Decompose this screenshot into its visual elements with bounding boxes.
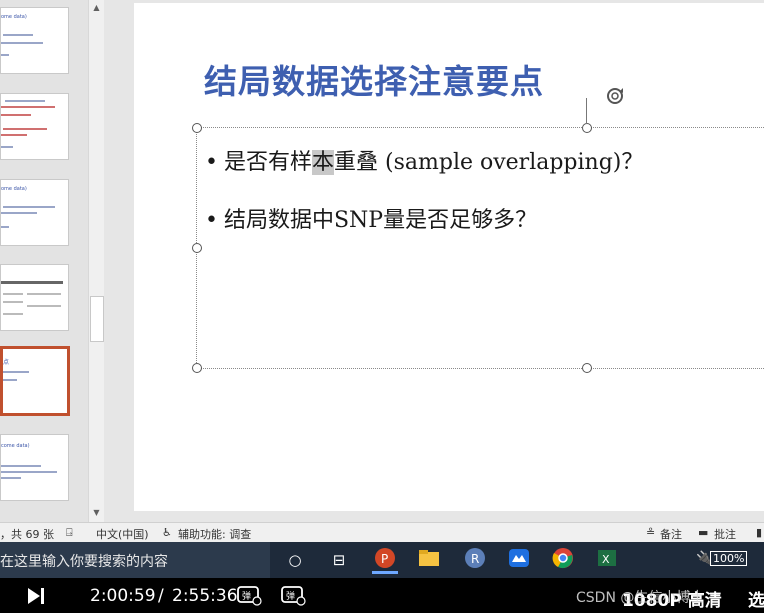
language-indicator[interactable]: 中文(中国) <box>96 526 149 542</box>
scroll-up-icon[interactable]: ▲ <box>89 0 104 15</box>
slide-thumbnail-active[interactable]: 点 <box>0 346 70 416</box>
resize-handle[interactable] <box>192 243 202 253</box>
slide-thumbnail[interactable] <box>0 264 69 331</box>
danmaku-settings-icon[interactable]: 弹 <box>280 584 306 606</box>
bullet-text: 重叠 (sample overlapping)？ <box>334 150 644 175</box>
selected-text: 本 <box>312 150 335 175</box>
thumbnail-scrollbar[interactable]: ▲ ▼ <box>88 0 104 522</box>
svg-text:弹: 弹 <box>242 590 251 602</box>
content-text-box[interactable]: • 是否有样本重叠 (sample overlapping)？ • 结局数据中SNP… <box>192 98 764 373</box>
rotate-handle-icon[interactable] <box>604 85 626 107</box>
slide-title[interactable]: 结局数据选择注意要点 <box>204 55 544 103</box>
chrome-icon[interactable] <box>550 547 576 573</box>
slide-thumbnail[interactable] <box>0 93 69 160</box>
svg-text:X: X <box>602 553 610 566</box>
bullet-text: 结局数据中SNP量是否足够多？ <box>223 208 538 233</box>
task-view-icon[interactable]: ○ <box>282 547 308 573</box>
resize-handle[interactable] <box>582 123 592 133</box>
accessibility-icon[interactable]: ♿ <box>162 526 172 539</box>
view-icon[interactable]: ▮ <box>756 526 762 539</box>
time-separator: / <box>158 586 164 606</box>
accessibility-status[interactable]: 辅助功能: 调查 <box>178 526 251 542</box>
r-app-icon[interactable]: R <box>462 547 488 573</box>
current-time: 2:00:59 <box>90 586 156 606</box>
svg-text:P: P <box>381 552 388 566</box>
bullet-item[interactable]: • 结局数据中SNP量是否足够多？ <box>205 202 537 234</box>
bullet-dot: • <box>205 150 218 175</box>
taskbar-search-box[interactable]: 在这里输入你要搜索的内容 <box>0 542 270 578</box>
resize-handle[interactable] <box>192 123 202 133</box>
bullet-dot: • <box>205 208 218 233</box>
thumbnail-title: ome data) <box>1 14 27 20</box>
bullet-text: 是否有样 <box>223 150 312 175</box>
slide-canvas[interactable]: 结局数据选择注意要点 • 是否有样本重叠 (sample overlapping)… <box>104 0 764 522</box>
widgets-icon[interactable]: ⊟ <box>326 547 352 573</box>
slide-thumbnail[interactable]: ome data) <box>0 179 69 246</box>
thumbnail-title: ome data) <box>1 186 27 192</box>
excel-app-icon[interactable]: X <box>594 547 620 573</box>
more-menu[interactable]: 选 <box>748 586 764 611</box>
rotate-connector <box>586 98 587 124</box>
scrollbar-thumb[interactable] <box>90 296 104 342</box>
bullet-item[interactable]: • 是否有样本重叠 (sample overlapping)？ <box>205 144 643 176</box>
slide-count: ，共 69 张 <box>0 528 54 541</box>
notes-button[interactable]: 备注 <box>660 526 682 542</box>
resize-handle[interactable] <box>192 363 202 373</box>
battery-level: 100% <box>710 551 748 566</box>
watermark: CSDN @生信小博士 <box>576 590 705 606</box>
next-episode-icon[interactable] <box>26 586 46 606</box>
thumbnail-title: 点 <box>3 359 10 366</box>
danmaku-toggle-icon[interactable]: 弹 <box>236 584 262 606</box>
search-placeholder: 在这里输入你要搜索的内容 <box>0 554 168 570</box>
slide[interactable]: 结局数据选择注意要点 • 是否有样本重叠 (sample overlapping)… <box>134 3 764 511</box>
slide-thumbnail[interactable]: come data) <box>0 434 69 501</box>
windows-taskbar: 在这里输入你要搜索的内容 ○ ⊟ P R X 🔌 100% <box>0 542 764 578</box>
powerpoint-app-icon[interactable]: P <box>372 547 398 574</box>
meeting-app-icon[interactable] <box>506 547 532 573</box>
file-explorer-icon[interactable] <box>416 547 442 573</box>
comments-icon: ▬ <box>698 526 709 539</box>
svg-text:弹: 弹 <box>286 590 295 602</box>
slide-thumbnail[interactable]: ome data) <box>0 7 69 74</box>
video-player-bar: 2:00:59 / 2:55:36 弹 弹 1080P 高清 CSDN @生信小… <box>0 578 764 613</box>
battery-indicator[interactable]: 🔌 100% <box>696 551 748 569</box>
thumbnail-title: come data) <box>1 443 30 449</box>
svg-text:R: R <box>471 552 479 566</box>
resize-handle[interactable] <box>582 363 592 373</box>
scroll-down-icon[interactable]: ▼ <box>89 505 104 520</box>
status-bar: ，共 69 张 ⍈ 中文(中国) ♿ 辅助功能: 调查 ≗ 备注 ▬ 批注 ▮ <box>0 522 764 543</box>
spellcheck-icon[interactable]: ⍈ <box>66 526 73 540</box>
slide-thumbnail-pane[interactable]: ome data) ome data) 点 come data) <box>0 0 88 522</box>
comments-button[interactable]: 批注 <box>714 526 736 542</box>
notes-icon: ≗ <box>646 526 656 539</box>
total-time: 2:55:36 <box>172 586 238 606</box>
